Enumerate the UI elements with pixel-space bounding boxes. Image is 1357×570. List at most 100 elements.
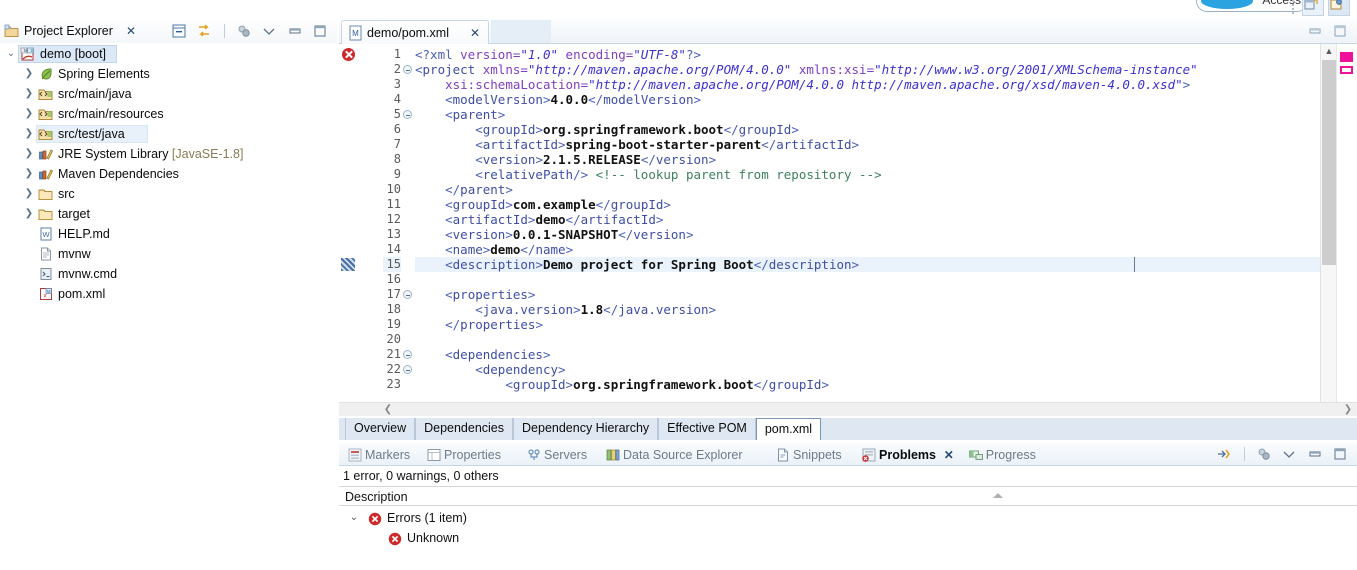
chevron-down-icon[interactable]: ⌄	[347, 508, 361, 528]
maximize-icon[interactable]	[1329, 22, 1351, 40]
link-with-editor-icon[interactable]	[193, 22, 215, 40]
focus-on-active-task-icon[interactable]	[233, 22, 255, 40]
code-line[interactable]: <?xml version="1.0" encoding="UTF-8"?>	[415, 47, 1357, 62]
editor-vertical-scrollbar[interactable]: ▲ ▼	[1320, 44, 1336, 416]
code-line[interactable]: <description>Demo project for Spring Boo…	[415, 257, 1357, 272]
code-line[interactable]: <artifactId>demo</artifactId>	[415, 212, 1357, 227]
project-explorer-close-icon[interactable]: ✕	[126, 23, 136, 39]
problems-tab-progress[interactable]: Progress	[968, 444, 1042, 466]
form-tab-effective-pom[interactable]: Effective POM	[658, 418, 756, 440]
tree-item-src[interactable]: ❯ src	[0, 184, 337, 204]
fold-collapse-icon[interactable]	[403, 110, 412, 119]
problems-view-tab-row[interactable]: Progress Problems ✕ Snippets Data Source Exp…	[339, 442, 1357, 469]
code-line[interactable]: <groupId>com.example</groupId>	[415, 197, 1357, 212]
chevron-right-icon[interactable]: ❯	[22, 144, 36, 164]
problems-tab-data-source-explorer[interactable]: Data Source Explorer	[605, 444, 763, 466]
code-line[interactable]: <properties>	[415, 287, 1357, 302]
form-tab-pom-xml[interactable]: pom.xml	[755, 418, 822, 440]
fold-collapse-icon[interactable]	[403, 290, 412, 299]
code-line[interactable]	[415, 272, 1357, 287]
chevron-right-icon[interactable]: ❯	[22, 84, 36, 104]
pom-editor-form-tabs[interactable]: Overview Dependencies Dependency Hierarchy…	[339, 418, 1357, 440]
code-line[interactable]: <version>2.1.5.RELEASE</version>	[415, 152, 1357, 167]
editor-error-marker[interactable]	[342, 48, 355, 61]
tree-item-src-test-java[interactable]: ❯ src/test/java	[0, 124, 337, 144]
editor-folding-column[interactable]	[403, 44, 415, 416]
code-line[interactable]: <version>0.0.1-SNAPSHOT</version>	[415, 227, 1357, 242]
scroll-right-icon[interactable]: ❯	[1341, 403, 1355, 416]
form-tab-overview[interactable]: Overview	[345, 418, 416, 440]
fold-collapse-icon[interactable]	[403, 350, 412, 359]
code-line[interactable]: <java.version>1.8</java.version>	[415, 302, 1357, 317]
view-menu-icon[interactable]	[258, 22, 280, 40]
code-line[interactable]	[415, 332, 1357, 347]
source-editor[interactable]: 1 2 3 4 5 6 7 8 9 10 11 12 13 14 15 16 17 18 19 20 21 22 23 <?…	[339, 44, 1357, 416]
code-line[interactable]: <dependency>	[415, 362, 1357, 377]
editor-horizontal-scrollbar[interactable]: ❮ ❯	[339, 402, 1357, 416]
vertical-scroll-thumb[interactable]	[1322, 60, 1336, 265]
editor-tab-pom-xml[interactable]: M demo/pom.xml ✕	[341, 20, 489, 44]
tree-item-mvnw-cmd[interactable]: mvnw.cmd	[0, 264, 337, 284]
code-line[interactable]: <project xmlns="http://maven.apache.org/…	[415, 62, 1357, 77]
focus-on-active-task-icon[interactable]	[1253, 445, 1275, 463]
chevron-right-icon[interactable]: ❯	[22, 64, 36, 84]
sort-ascending-icon[interactable]	[993, 493, 1003, 498]
problems-tab-markers[interactable]: Markers	[347, 444, 414, 466]
tree-item-help-md[interactable]: W HELP.md	[0, 224, 337, 244]
code-line[interactable]: <groupId>org.springframework.boot</group…	[415, 122, 1357, 137]
java-ee-perspective-button[interactable]	[1328, 0, 1350, 16]
scroll-up-icon[interactable]: ▲	[1321, 44, 1337, 59]
code-line[interactable]: <parent>	[415, 107, 1357, 122]
problems-tab-servers[interactable]: Servers	[526, 444, 593, 466]
restore-icon[interactable]	[1304, 22, 1326, 40]
tree-item-demo-boot[interactable]: ⌄ M S demo [boot]	[0, 44, 337, 64]
overview-occurrence-marker[interactable]	[1340, 66, 1353, 74]
code-line[interactable]: <relativePath/> <!-- lookup parent from …	[415, 167, 1357, 182]
tree-item-spring-elements[interactable]: ❯ Spring Elements	[0, 64, 337, 84]
problems-row[interactable]: ⌄ Errors (1 item)	[339, 508, 1357, 528]
form-tab-dependency-hierarchy[interactable]: Dependency Hierarchy	[513, 418, 659, 440]
chevron-right-icon[interactable]: ❯	[22, 104, 36, 124]
code-line[interactable]: <modelVersion>4.0.0</modelVersion>	[415, 92, 1357, 107]
problems-tab-properties[interactable]: Properties	[426, 444, 514, 466]
maximize-icon[interactable]	[1329, 445, 1351, 463]
problems-column-header[interactable]: Description	[339, 486, 1357, 506]
chevron-right-icon[interactable]: ❯	[22, 204, 36, 224]
editor-quickfix-marker[interactable]	[341, 258, 355, 271]
focus-on-selection-icon[interactable]	[1213, 445, 1235, 463]
minimize-icon[interactable]	[1304, 445, 1326, 463]
code-line[interactable]: xsi:schemaLocation="http://maven.apache.…	[415, 77, 1357, 92]
problems-tab-snippets[interactable]: Snippets	[775, 444, 849, 466]
fold-collapse-icon[interactable]	[403, 365, 412, 374]
chevron-right-icon[interactable]: ❯	[22, 164, 36, 184]
editor-code-text[interactable]: <?xml version="1.0" encoding="UTF-8"?> <p…	[415, 44, 1357, 416]
overview-error-marker[interactable]	[1340, 52, 1353, 62]
scroll-left-icon[interactable]: ❮	[381, 403, 395, 416]
code-line[interactable]: <groupId>org.springframework.boot</group…	[415, 377, 1357, 392]
tree-item-mvnw[interactable]: mvnw	[0, 244, 337, 264]
code-line[interactable]: </properties>	[415, 317, 1357, 332]
code-line[interactable]: <artifactId>spring-boot-starter-parent</…	[415, 137, 1357, 152]
problems-tab-close-icon[interactable]: ✕	[944, 444, 954, 466]
fold-collapse-icon[interactable]	[403, 65, 412, 74]
tree-item-pom-xml[interactable]: x M pom.xml	[0, 284, 337, 304]
editor-tab-close-icon[interactable]: ✕	[470, 24, 480, 42]
editor-marker-column[interactable]	[339, 44, 359, 416]
tree-item-src-main-java[interactable]: ❯ src/main/java	[0, 84, 337, 104]
tree-item-jre-system-library[interactable]: ❯ JRE System Library [JavaSE-1.8]	[0, 144, 337, 164]
minimize-icon[interactable]	[284, 22, 306, 40]
editor-overview-ruler[interactable]	[1336, 44, 1357, 416]
code-line[interactable]: <name>demo</name>	[415, 242, 1357, 257]
chevron-down-icon[interactable]: ⌄	[4, 44, 18, 64]
code-line[interactable]: <dependencies>	[415, 347, 1357, 362]
tree-item-src-main-resources[interactable]: ❯ src/main/resources	[0, 104, 337, 124]
chevron-right-icon[interactable]: ❯	[22, 184, 36, 204]
chevron-right-icon[interactable]: ❯	[22, 124, 36, 144]
maximize-icon[interactable]	[309, 22, 331, 40]
collapse-all-icon[interactable]	[168, 22, 190, 40]
code-line[interactable]: </parent>	[415, 182, 1357, 197]
view-menu-icon[interactable]	[1278, 445, 1300, 463]
form-tab-dependencies[interactable]: Dependencies	[415, 418, 514, 440]
project-tree[interactable]: ⌄ M Sdemo [boot] ❯ Spring Elements ❯ src/main/…	[0, 44, 337, 570]
toolbar-drag-handle[interactable]	[1292, 0, 1296, 14]
